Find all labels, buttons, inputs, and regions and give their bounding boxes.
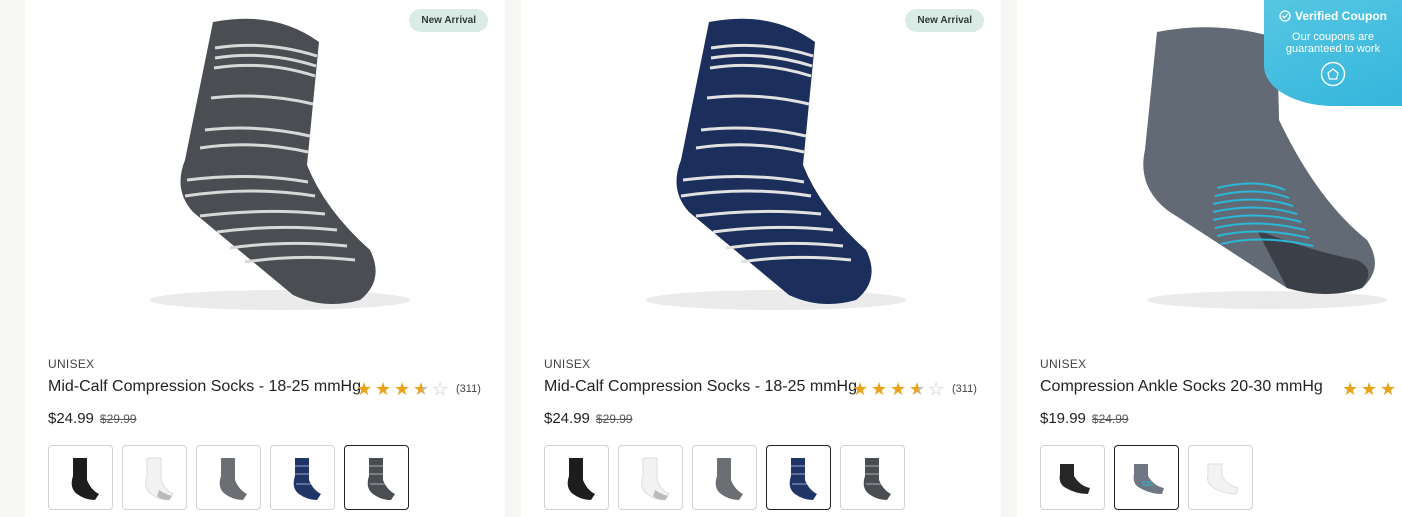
empty-star-icon: ☆ — [928, 379, 945, 399]
product-gender: UNISEX — [544, 357, 591, 371]
color-swatches — [48, 445, 409, 510]
star-icon: ★ — [1342, 379, 1359, 399]
sock-thumbnail-icon — [1206, 463, 1239, 495]
swatch-charcoal-stripe[interactable] — [840, 445, 905, 510]
original-price: $24.99 — [1091, 412, 1129, 426]
color-swatches — [544, 445, 905, 510]
swatch-black[interactable] — [48, 445, 113, 510]
crew-sock-image — [150, 18, 410, 310]
coupon-title: Verified Coupon — [1294, 9, 1387, 23]
new-arrival-badge: New Arrival — [905, 9, 984, 32]
sale-price: $24.99 — [544, 410, 590, 427]
swatch-heather-gray[interactable] — [1114, 445, 1179, 510]
product-title[interactable]: Mid-Calf Compression Socks - 18-25 mmHg — [544, 378, 857, 396]
review-count[interactable]: (311) — [456, 383, 481, 395]
check-circle-icon — [1279, 10, 1291, 22]
star-icon: ★ — [852, 379, 869, 399]
sale-price: $19.99 — [1040, 410, 1086, 427]
coupon-seal-icon — [1320, 61, 1346, 87]
product-image[interactable]: New Arrival — [25, 0, 505, 330]
swatch-white[interactable] — [122, 445, 187, 510]
star-icon: ★ — [1361, 379, 1378, 399]
star-icon: ★ — [356, 379, 373, 399]
half-star-icon: ★ — [413, 380, 432, 398]
empty-star-icon: ☆ — [432, 379, 449, 399]
sock-thumbnail-icon — [144, 457, 174, 501]
coupon-subtitle: Our coupons are guaranteed to work — [1264, 31, 1402, 55]
sock-thumbnail-icon — [715, 457, 743, 500]
original-price: $29.99 — [99, 412, 137, 426]
color-swatches — [1040, 445, 1253, 510]
coupon-header: Verified Coupon — [1264, 9, 1402, 23]
product-gender: UNISEX — [1040, 357, 1087, 371]
sock-thumbnail-icon — [567, 457, 595, 500]
star-icon: ★ — [394, 379, 411, 399]
star-icon: ★ — [1380, 379, 1397, 399]
swatch-white[interactable] — [1188, 445, 1253, 510]
product-price: $24.99 $29.99 — [48, 410, 137, 427]
swatch-gray[interactable] — [692, 445, 757, 510]
product-card[interactable]: New Arrival UNISEX Mid-Calf Compression … — [521, 0, 1001, 517]
product-price: $24.99 $29.99 — [544, 410, 633, 427]
star-icon: ★ — [375, 379, 392, 399]
half-star-icon: ★ — [909, 380, 928, 398]
product-rating: ★ ★ ★ — [1342, 380, 1399, 398]
swatch-black[interactable] — [544, 445, 609, 510]
coupon-line-2: guaranteed to work — [1285, 43, 1381, 55]
star-icon: ★ — [890, 379, 907, 399]
review-count[interactable]: (311) — [952, 383, 977, 395]
sock-thumbnail-icon — [367, 457, 395, 500]
swatch-navy-stripe[interactable] — [766, 445, 831, 510]
product-rating: ★ ★ ★ ★ ☆ (311) — [852, 380, 977, 398]
swatch-white[interactable] — [618, 445, 683, 510]
verified-coupon-widget[interactable]: Verified Coupon Our coupons are guarante… — [1264, 0, 1402, 106]
crew-sock-image — [646, 18, 906, 310]
product-title[interactable]: Mid-Calf Compression Socks - 18-25 mmHg — [48, 378, 361, 396]
sock-thumbnail-icon — [219, 457, 247, 500]
sock-thumbnail-icon — [863, 457, 891, 500]
swatch-navy-stripe[interactable] — [270, 445, 335, 510]
sock-thumbnail-icon — [293, 457, 321, 500]
sock-thumbnail-icon — [1133, 463, 1164, 494]
swatch-gray[interactable] — [196, 445, 261, 510]
product-price: $19.99 $24.99 — [1040, 410, 1129, 427]
sale-price: $24.99 — [48, 410, 94, 427]
sock-thumbnail-icon — [640, 457, 670, 501]
product-title[interactable]: Compression Ankle Socks 20-30 mmHg — [1040, 378, 1323, 396]
new-arrival-badge: New Arrival — [409, 9, 488, 32]
product-rating: ★ ★ ★ ★ ☆ (311) — [356, 380, 481, 398]
swatch-black[interactable] — [1040, 445, 1105, 510]
product-image[interactable]: New Arrival — [521, 0, 1001, 330]
product-gender: UNISEX — [48, 357, 95, 371]
original-price: $29.99 — [595, 412, 633, 426]
sock-thumbnail-icon — [71, 457, 99, 500]
star-icon: ★ — [871, 379, 888, 399]
sock-thumbnail-icon — [1059, 463, 1090, 494]
product-card[interactable]: New Arrival UNISEX Mid-Calf Compression … — [25, 0, 505, 517]
swatch-charcoal-stripe[interactable] — [344, 445, 409, 510]
coupon-line-1: Our coupons are — [1292, 31, 1374, 43]
sock-thumbnail-icon — [789, 457, 817, 500]
